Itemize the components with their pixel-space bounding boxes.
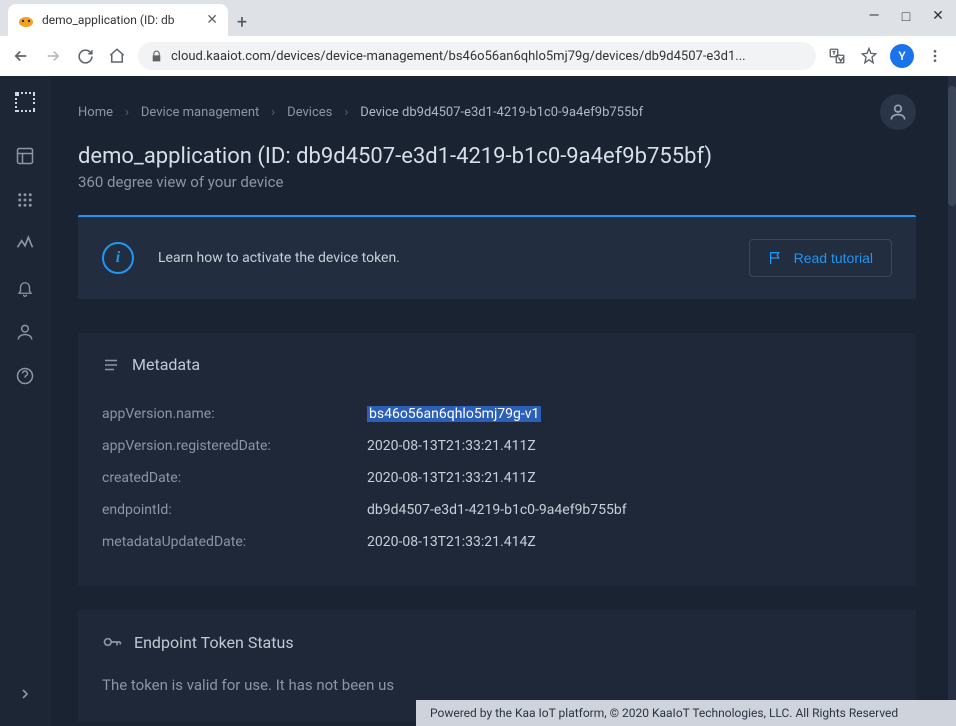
window-close[interactable]: ✕	[928, 6, 948, 26]
key-icon	[102, 632, 122, 652]
metadata-key: metadataUpdatedDate:	[102, 534, 367, 550]
translate-icon[interactable]	[826, 45, 848, 67]
sidebar-item-analytics[interactable]	[5, 224, 45, 264]
sidebar-item-help[interactable]	[5, 356, 45, 396]
chevron-right-icon: ›	[271, 105, 275, 120]
metadata-key: endpointId:	[102, 502, 367, 518]
metadata-row: endpointId:db9d4507-e3d1-4219-b1c0-9a4ef…	[102, 494, 892, 526]
metadata-key: createdDate:	[102, 470, 367, 486]
info-icon: i	[102, 242, 134, 274]
info-banner: i Learn how to activate the device token…	[78, 215, 916, 299]
breadcrumb: Home › Device management › Devices › Dev…	[78, 105, 643, 120]
browser-tab[interactable]: demo_application (ID: db ✕	[8, 4, 228, 36]
info-banner-text: Learn how to activate the device token.	[158, 250, 725, 266]
new-tab-button[interactable]: +	[228, 8, 256, 36]
chevron-right-icon: ›	[344, 105, 348, 120]
breadcrumb-devices[interactable]: Devices	[287, 105, 332, 120]
metadata-row: appVersion.name:bs46o56an6qhlo5mj79g-v1	[102, 398, 892, 430]
account-button[interactable]	[880, 94, 916, 130]
browser-chrome: — □ ✕ demo_application (ID: db ✕ +	[0, 0, 956, 76]
address-bar[interactable]: cloud.kaaiot.com/devices/device-manageme…	[138, 42, 816, 70]
metadata-section: Metadata appVersion.name:bs46o56an6qhlo5…	[78, 333, 916, 586]
reload-button[interactable]	[74, 45, 96, 67]
profile-avatar[interactable]: Y	[890, 44, 914, 68]
breadcrumb-current: Device db9d4507-e3d1-4219-b1c0-9a4ef9b75…	[360, 105, 643, 120]
sidebar-item-alerts[interactable]	[5, 268, 45, 308]
scrollbar-thumb[interactable]	[948, 86, 956, 206]
breadcrumb-device-mgmt[interactable]: Device management	[141, 105, 259, 120]
app-root: Home › Device management › Devices › Dev…	[0, 76, 956, 726]
read-tutorial-button[interactable]: Read tutorial	[749, 239, 892, 277]
footer-text: Powered by the Kaa IoT platform, © 2020 …	[416, 700, 956, 726]
metadata-key: appVersion.name:	[102, 406, 367, 422]
metadata-value: 2020-08-13T21:33:21.411Z	[367, 470, 536, 486]
scrollbar-track[interactable]	[948, 76, 956, 726]
window-minimize[interactable]: —	[864, 6, 884, 26]
page-title: demo_application (ID: db9d4507-e3d1-4219…	[78, 144, 916, 169]
sidebar	[0, 76, 50, 726]
app-logo[interactable]	[13, 90, 37, 114]
back-button[interactable]	[10, 45, 32, 67]
bookmark-icon[interactable]	[858, 45, 880, 67]
sidebar-item-apps[interactable]	[5, 180, 45, 220]
endpoint-title: Endpoint Token Status	[134, 633, 294, 652]
metadata-row: createdDate:2020-08-13T21:33:21.411Z	[102, 462, 892, 494]
metadata-value: 2020-08-13T21:33:21.414Z	[367, 534, 536, 550]
list-icon	[102, 356, 120, 374]
metadata-key: appVersion.registeredDate:	[102, 438, 367, 454]
url-text: cloud.kaaiot.com/devices/device-manageme…	[171, 49, 746, 64]
sidebar-expand-button[interactable]	[5, 674, 45, 714]
endpoint-status-text: The token is valid for use. It has not b…	[102, 676, 892, 694]
metadata-title: Metadata	[132, 355, 200, 374]
menu-icon[interactable]	[924, 45, 946, 67]
page-subtitle: 360 degree view of your device	[78, 173, 916, 191]
home-button[interactable]	[106, 45, 128, 67]
flag-icon	[768, 250, 784, 266]
metadata-row: metadataUpdatedDate:2020-08-13T21:33:21.…	[102, 526, 892, 558]
chevron-right-icon: ›	[125, 105, 129, 120]
tab-close-icon[interactable]: ✕	[206, 12, 218, 28]
metadata-value: 2020-08-13T21:33:21.411Z	[367, 438, 536, 454]
metadata-row: appVersion.registeredDate:2020-08-13T21:…	[102, 430, 892, 462]
main-content: Home › Device management › Devices › Dev…	[50, 76, 956, 726]
metadata-value: db9d4507-e3d1-4219-b1c0-9a4ef9b755bf	[367, 502, 627, 518]
favicon-icon	[18, 12, 34, 28]
window-maximize[interactable]: □	[896, 6, 916, 26]
sidebar-item-account[interactable]	[5, 312, 45, 352]
sidebar-item-dashboard[interactable]	[5, 136, 45, 176]
lock-icon	[150, 50, 163, 63]
tab-title: demo_application (ID: db	[42, 13, 198, 27]
forward-button[interactable]	[42, 45, 64, 67]
read-tutorial-label: Read tutorial	[794, 250, 873, 266]
metadata-value: bs46o56an6qhlo5mj79g-v1	[367, 406, 541, 422]
breadcrumb-home[interactable]: Home	[78, 105, 113, 120]
